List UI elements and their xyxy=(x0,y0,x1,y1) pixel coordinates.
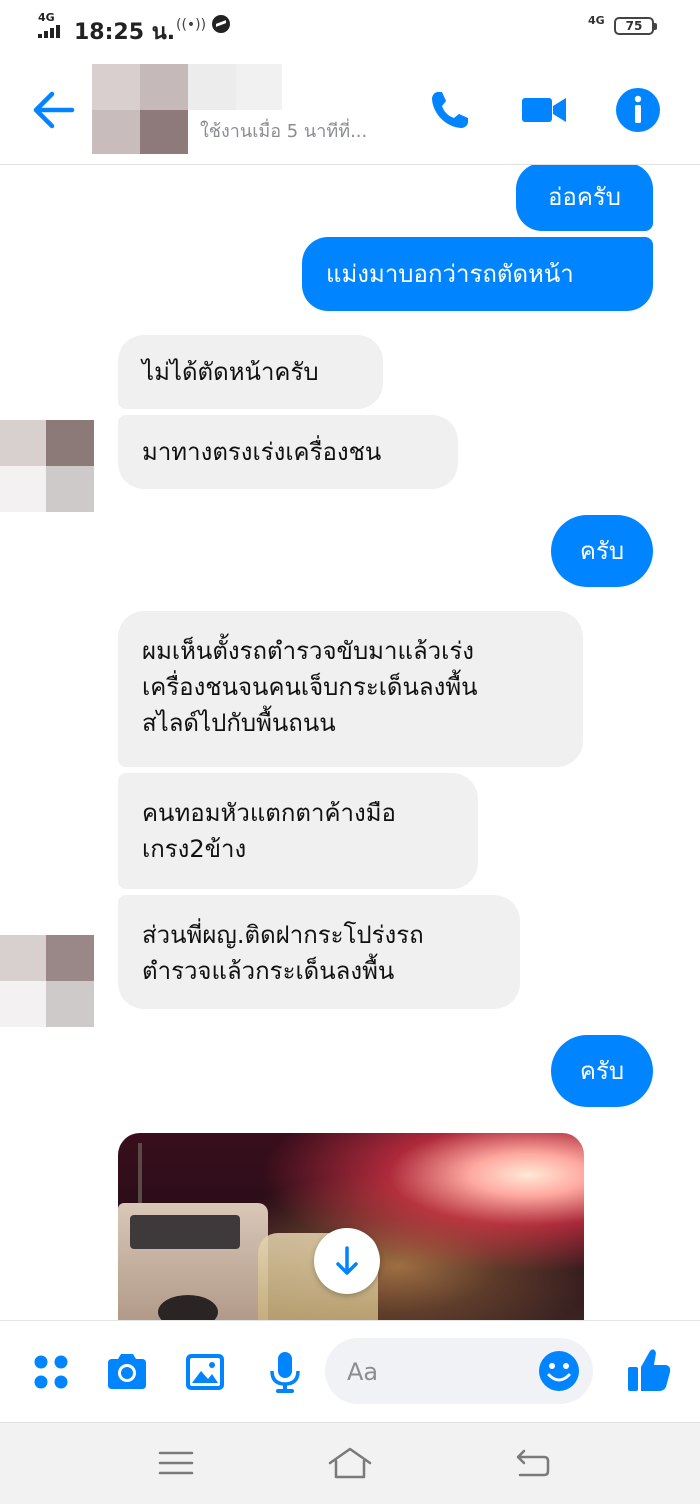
incoming-message[interactable]: คนทอมหัวแตกตาค้างมือ เกรง2ข้าง xyxy=(118,773,478,889)
message-text: อ่อครับ xyxy=(547,183,621,211)
message-text: แม่งมาบอกว่ารถตัดหน้า xyxy=(326,260,574,288)
outgoing-message[interactable]: แม่งมาบอกว่ารถตัดหน้า xyxy=(302,237,653,311)
incoming-message[interactable]: ส่วนพี่ผญ.ติดฝากระโปร่งรถ ตำรวจแล้วกระเด… xyxy=(118,895,520,1009)
emoji-icon xyxy=(539,1351,579,1391)
like-button[interactable] xyxy=(626,1345,672,1391)
incoming-message[interactable]: ผมเห็นตั้งรถตำรวจขับมาแล้วเร่ง เครื่องชน… xyxy=(118,611,583,767)
message-line: ผมเห็นตั้งรถตำรวจขับมาแล้วเร่ง xyxy=(142,637,474,665)
back-button[interactable] xyxy=(30,88,76,132)
incoming-message[interactable]: มาทางตรงเร่งเครื่องชน xyxy=(118,415,458,489)
image-icon xyxy=(186,1354,224,1390)
photo-detail xyxy=(118,1203,268,1320)
arrow-left-icon xyxy=(33,91,75,129)
thumbs-up-icon xyxy=(628,1349,671,1391)
video-call-button[interactable] xyxy=(520,86,568,134)
message-text: ครับ xyxy=(579,537,625,565)
sender-avatar[interactable] xyxy=(0,935,94,1027)
message-input[interactable] xyxy=(345,1338,539,1406)
menu-icon xyxy=(158,1451,194,1475)
outgoing-message[interactable]: ครับ xyxy=(551,1035,653,1107)
sender-avatar[interactable] xyxy=(0,420,94,512)
more-actions-button[interactable] xyxy=(28,1349,74,1395)
contact-active-status: ใช้งานเมื่อ 5 นาทีที่... xyxy=(200,121,368,142)
info-button[interactable] xyxy=(614,86,662,134)
message-line: ส่วนพี่ผญ.ติดฝากระโปร่งรถ xyxy=(142,921,424,949)
message-text: มาทางตรงเร่งเครื่องชน xyxy=(142,438,382,466)
message-text: ไม่ได้ตัดหน้าครับ xyxy=(142,358,319,386)
outgoing-message[interactable]: อ่อครับ xyxy=(516,165,653,231)
conversation-header: ใช้งานเมื่อ 5 นาทีที่... xyxy=(0,56,700,165)
info-icon xyxy=(616,88,660,132)
status-bar: 4G 18:25 น. ((•)) 4G 75 xyxy=(0,0,700,56)
message-line: เกรง2ข้าง xyxy=(142,835,247,863)
status-time: 18:25 น. xyxy=(74,20,176,45)
phone-icon xyxy=(432,92,468,128)
messenger-icon xyxy=(212,15,230,33)
apps-icon xyxy=(34,1355,68,1389)
gallery-button[interactable] xyxy=(182,1349,228,1395)
message-list[interactable]: อ่อครับ แม่งมาบอกว่ารถตัดหน้า ไม่ได้ตัดห… xyxy=(0,165,700,1320)
message-composer xyxy=(0,1320,700,1423)
message-line: สไลด์ไปกับพื้นถนน xyxy=(142,709,336,737)
message-line: ตำรวจแล้วกระเด็นลงพื้น xyxy=(142,957,395,985)
scroll-to-bottom-button[interactable] xyxy=(314,1228,380,1294)
network-type-right: 4G xyxy=(588,14,605,27)
message-text: ครับ xyxy=(579,1057,625,1085)
system-nav-bar xyxy=(0,1422,700,1504)
microphone-icon xyxy=(270,1352,300,1393)
home-icon xyxy=(328,1447,372,1479)
back-nav-button[interactable] xyxy=(510,1443,554,1483)
signal-icon xyxy=(38,24,66,38)
camera-button[interactable] xyxy=(104,1349,150,1395)
message-input-container[interactable] xyxy=(325,1338,593,1406)
home-button[interactable] xyxy=(326,1443,374,1483)
outgoing-message[interactable]: ครับ xyxy=(551,515,653,587)
camera-icon xyxy=(108,1354,146,1389)
call-button[interactable] xyxy=(426,86,474,134)
message-line: เครื่องชนจนคนเจ็บกระเด็นลงพื้น xyxy=(142,673,478,701)
voice-record-button[interactable] xyxy=(262,1349,308,1395)
recent-apps-button[interactable] xyxy=(154,1443,198,1483)
message-line: คนทอมหัวแตกตาค้างมือ xyxy=(142,799,396,827)
network-type-left: 4G xyxy=(38,11,55,24)
incoming-message[interactable]: ไม่ได้ตัดหน้าครับ xyxy=(118,335,383,409)
hotspot-icon: ((•)) xyxy=(176,17,207,33)
video-camera-icon xyxy=(522,98,566,122)
arrow-down-icon xyxy=(336,1246,358,1275)
back-icon xyxy=(516,1449,550,1477)
emoji-button[interactable] xyxy=(537,1349,581,1393)
battery-icon: 75 xyxy=(614,17,657,35)
